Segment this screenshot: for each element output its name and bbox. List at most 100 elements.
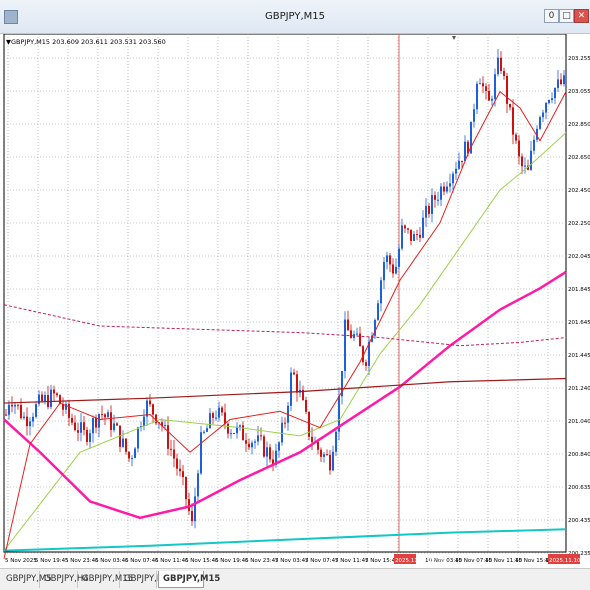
candle-body	[74, 422, 76, 431]
candle-body	[458, 160, 460, 169]
tab-gbpjpy-m15-active[interactable]: GBPJPY,M15	[158, 571, 220, 588]
window-titlebar: GBPJPY,M15 0 □ ✕	[0, 0, 590, 34]
candle-body	[56, 393, 58, 396]
tab-gbpjpy-h1[interactable]: GBPJPY,H1	[120, 571, 169, 588]
candle-body	[257, 435, 259, 442]
close-button[interactable]: ✕	[574, 9, 589, 23]
restore-button[interactable]: □	[559, 9, 574, 23]
x-axis-label: 6 Nov 19:45	[215, 558, 249, 564]
candle-body	[11, 404, 13, 407]
candle-body	[482, 83, 484, 87]
candle-body	[122, 438, 124, 447]
candle-body	[281, 422, 283, 443]
price-chart[interactable]: 203.255 203.055 202.850 202.650 202.450 202.2…	[0, 33, 590, 568]
candle-body	[431, 195, 433, 214]
candle-body	[35, 404, 37, 417]
time-marker-label: 2025.11.07 22:00	[395, 558, 445, 564]
candle-body	[329, 454, 331, 471]
candle-body	[269, 447, 271, 460]
candle-body	[461, 160, 463, 162]
candle-body	[86, 429, 88, 442]
end-marker-label: 2025.11.10 21:00	[549, 558, 590, 564]
candle-body	[20, 404, 22, 419]
candle-body	[455, 168, 457, 174]
candle-body	[152, 404, 154, 415]
candle-body	[542, 112, 544, 118]
candle-body	[290, 372, 292, 406]
candle-body	[317, 441, 319, 450]
candle-body	[308, 411, 310, 437]
candle-body	[521, 156, 523, 167]
candle-body	[164, 425, 166, 427]
candle-body	[422, 217, 424, 238]
candle-body	[452, 173, 454, 184]
candle-body	[149, 400, 151, 405]
y-axis-label: 201.645	[568, 320, 590, 326]
y-axis-label: 202.045	[568, 254, 590, 260]
y-axis-label: 201.040	[568, 419, 590, 425]
ma-dashed-line	[3, 304, 567, 347]
candle-body	[464, 141, 466, 162]
chart-canvas[interactable]: 203.255 203.055 202.850 202.650 202.450 202.2…	[0, 33, 590, 568]
candle-body	[344, 319, 346, 371]
candle-body	[557, 79, 559, 88]
candle-body	[293, 372, 295, 375]
candle-body	[398, 248, 400, 267]
candle-body	[128, 451, 130, 459]
candle-body	[401, 225, 403, 249]
candle-body	[98, 414, 100, 428]
y-axis-label: 202.250	[568, 221, 590, 227]
x-axis-label: 6 Nov 15:45	[185, 558, 219, 564]
candle-body	[179, 468, 181, 472]
candle-body	[125, 438, 127, 452]
candle-body	[215, 417, 217, 419]
candle-body	[425, 205, 427, 218]
candle-body	[218, 407, 220, 418]
candle-body	[251, 442, 253, 448]
candle-body	[188, 499, 190, 511]
minimize-button[interactable]: 0	[544, 9, 559, 23]
candle-body	[95, 418, 97, 428]
candle-body	[485, 86, 487, 91]
candle-body	[347, 319, 349, 331]
candle-body	[443, 186, 445, 192]
candle-body	[206, 428, 208, 432]
candle-body	[146, 400, 148, 417]
y-axis-label: 201.845	[568, 287, 590, 293]
chart-tabs-bar: GBPJPY,M5 GBPJPY,H4 GBPJPY,M15 GBPJPY,H1…	[0, 568, 590, 590]
candle-body	[110, 412, 112, 431]
candle-body	[185, 477, 187, 500]
candle-body	[365, 362, 367, 366]
candle-body	[167, 425, 169, 449]
candle-body	[209, 413, 211, 429]
chart-shift-icon	[452, 36, 456, 40]
candle-body	[392, 264, 394, 274]
candle-body	[137, 427, 139, 449]
tab-gbpjpy-h4[interactable]: GBPJPY,H4	[40, 571, 89, 588]
candle-body	[419, 234, 421, 238]
candle-body	[254, 441, 256, 443]
candle-body	[377, 303, 379, 320]
ma-fast-line	[3, 90, 567, 559]
candle-body	[131, 458, 133, 460]
y-axis-label: 203.055	[568, 89, 590, 95]
x-axis-label: 7 Nov 03:45	[275, 558, 309, 564]
candle-body	[14, 404, 16, 407]
x-axis-label: 5 Nov 19:45	[35, 558, 69, 564]
candle-body	[143, 416, 145, 427]
candle-body	[71, 417, 73, 423]
candle-body	[245, 440, 247, 444]
candle-body	[278, 442, 280, 451]
candle-body	[260, 435, 262, 437]
candle-body	[26, 416, 28, 427]
x-axis-label: 6 Nov 03:45	[95, 558, 129, 564]
candle-body	[23, 416, 25, 419]
candle-body	[509, 103, 511, 108]
candle-body	[449, 183, 451, 187]
candle-body	[389, 255, 391, 265]
tab-gbpjpy-m15[interactable]: GBPJPY,M15	[78, 571, 133, 588]
tab-gbpjpy-m5[interactable]: GBPJPY,M5	[2, 571, 52, 588]
candle-body	[446, 186, 448, 192]
candle-body	[92, 418, 94, 434]
candle-body	[296, 374, 298, 393]
